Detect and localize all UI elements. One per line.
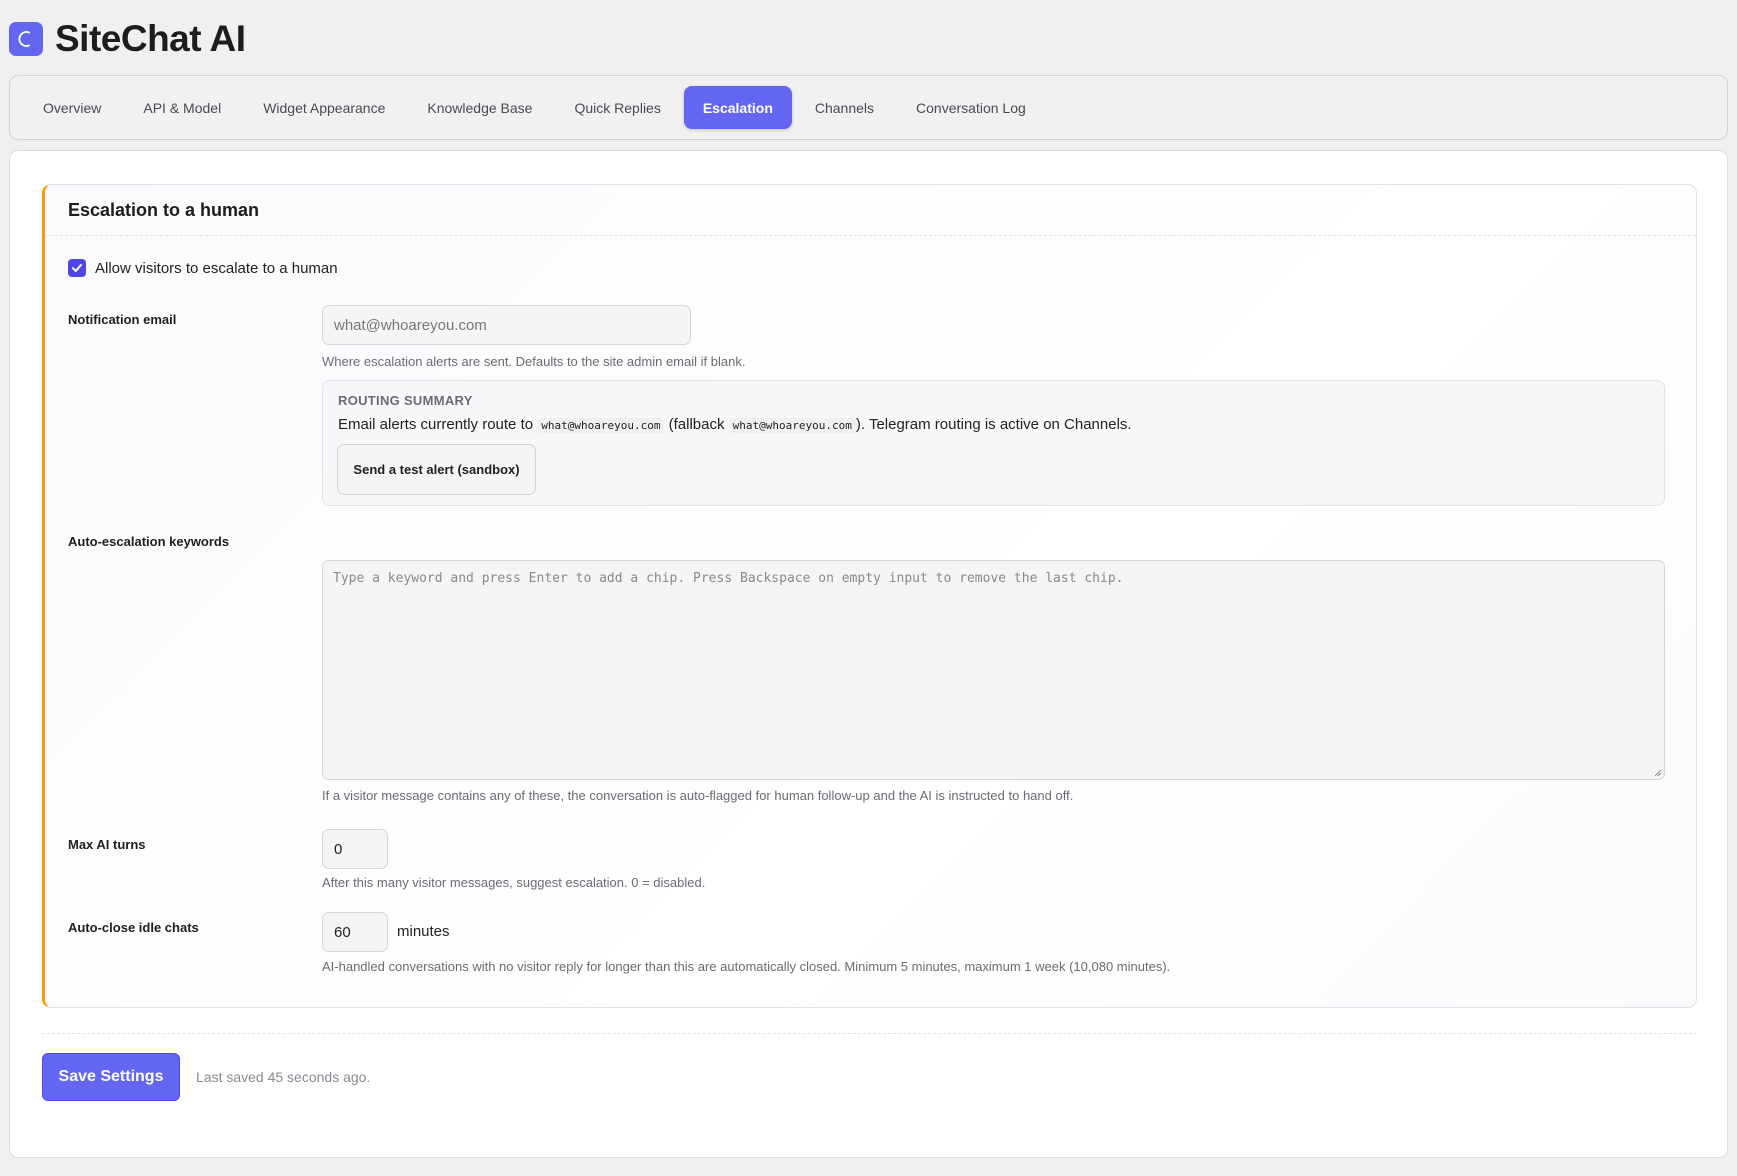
notification-email-field[interactable]: what@whoareyou.com — [322, 305, 691, 345]
resize-handle-icon[interactable] — [1654, 769, 1662, 777]
crescent-icon — [9, 22, 43, 56]
app-title: SiteChat AI — [55, 18, 246, 59]
notification-email-label: Notification email — [68, 312, 177, 327]
keywords-help: If a visitor message contains any of the… — [322, 788, 1074, 803]
footer-divider — [42, 1033, 1697, 1034]
keywords-label: Auto-escalation keywords — [68, 534, 230, 549]
keywords-input[interactable]: Type a keyword and press Enter to add a … — [322, 560, 1665, 780]
saved-status: Last saved 45 seconds ago. — [196, 1069, 371, 1085]
tab-knowledge-base[interactable]: Knowledge Base — [408, 86, 551, 129]
settings-panel: Escalation to a human Allow visitors to … — [9, 150, 1728, 1158]
routing-summary: ROUTING SUMMARY Email alerts currently r… — [322, 380, 1665, 506]
keywords-placeholder: Type a keyword and press Enter to add a … — [333, 571, 1124, 586]
routing-summary-text: Email alerts currently route to what@who… — [338, 416, 1132, 433]
tab-quick-replies[interactable]: Quick Replies — [555, 86, 679, 129]
tab-widget-appearance[interactable]: Widget Appearance — [244, 86, 404, 129]
tab-bar: Overview API & Model Widget Appearance K… — [9, 75, 1728, 140]
tab-overview[interactable]: Overview — [24, 86, 120, 129]
allow-escalation-row[interactable]: Allow visitors to escalate to a human — [68, 259, 338, 277]
route-email: what@whoareyou.com — [537, 418, 665, 433]
escalation-card: Escalation to a human Allow visitors to … — [42, 184, 1697, 1008]
card-title: Escalation to a human — [45, 185, 1696, 236]
auto-close-help: AI-handled conversations with no visitor… — [322, 959, 1171, 974]
allow-escalation-checkbox[interactable] — [68, 259, 86, 277]
tab-conversation-log[interactable]: Conversation Log — [897, 86, 1045, 129]
routing-text-prefix: Email alerts currently route to — [338, 416, 534, 433]
max-turns-input[interactable]: 0 — [322, 829, 388, 869]
auto-close-label: Auto-close idle chats — [68, 920, 199, 935]
tab-api-model[interactable]: API & Model — [124, 86, 240, 129]
auto-close-unit: minutes — [397, 923, 450, 940]
routing-summary-title: ROUTING SUMMARY — [338, 393, 473, 408]
notification-email-help: Where escalation alerts are sent. Defaul… — [322, 354, 746, 369]
fallback-email: what@whoareyou.com — [728, 418, 856, 433]
tab-escalation[interactable]: Escalation — [683, 86, 792, 129]
max-turns-label: Max AI turns — [68, 837, 146, 852]
app-header: SiteChat AI — [9, 18, 246, 60]
auto-close-input[interactable]: 60 — [322, 912, 388, 952]
routing-text-suffix: ). Telegram routing is active on Channel… — [855, 416, 1132, 433]
save-settings-button[interactable]: Save Settings — [42, 1053, 180, 1101]
allow-escalation-label: Allow visitors to escalate to a human — [95, 259, 338, 277]
tab-channels[interactable]: Channels — [796, 86, 893, 129]
max-turns-help: After this many visitor messages, sugges… — [322, 875, 706, 890]
checkmark-icon — [72, 264, 82, 272]
send-test-alert-button[interactable]: Send a test alert (sandbox) — [337, 444, 536, 495]
routing-text-middle: (fallback — [668, 416, 725, 433]
